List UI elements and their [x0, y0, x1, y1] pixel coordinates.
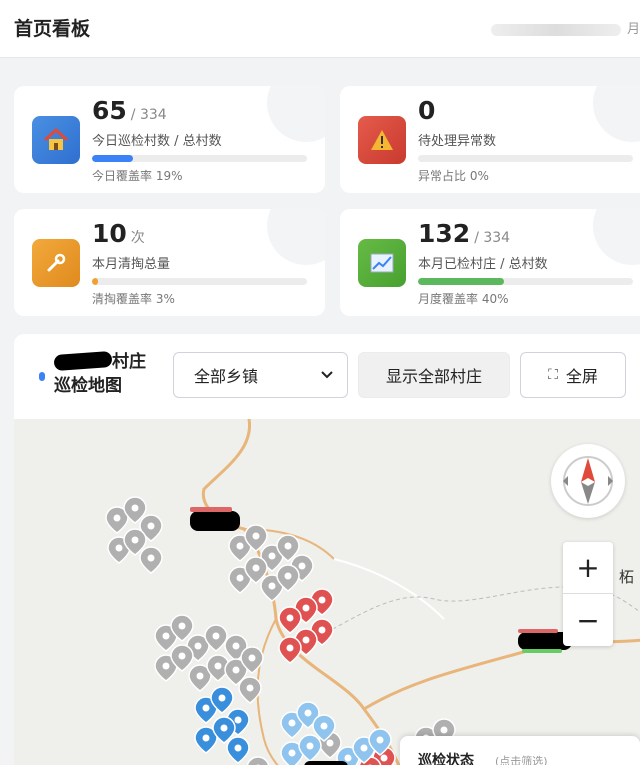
map-base-layer	[105, 419, 640, 765]
anomaly-rate: 异常占比 0%	[418, 169, 489, 183]
redacted-label	[190, 511, 240, 531]
legend-hint: (点击筛选)	[495, 755, 548, 765]
cleaning-rate: 清掏覆盖率 3%	[92, 292, 175, 306]
blurred-text	[490, 23, 621, 36]
page-title: 首页看板	[14, 18, 91, 40]
warning-icon	[358, 116, 406, 164]
stat-card-patrol-villages[interactable]: 65/ 334 今日巡检村数 / 总村数 今日覆盖率 19%	[14, 86, 325, 193]
stat-value: 132/ 334	[418, 219, 511, 248]
stat-label: 待处理异常数	[418, 134, 497, 149]
compass-control[interactable]	[551, 444, 625, 518]
progress-bar	[418, 278, 633, 285]
header-date-text: 月	[626, 22, 640, 37]
house-icon	[32, 116, 80, 164]
redacted-label	[304, 761, 348, 765]
chart-icon	[358, 239, 406, 287]
title-marker	[39, 372, 45, 381]
redacted-region-name	[53, 350, 113, 372]
stat-label: 今日巡检村数 / 总村数	[92, 134, 222, 149]
fullscreen-button[interactable]: ⛶ 全屏	[520, 352, 626, 398]
header-date: 月	[490, 18, 640, 37]
card-decoration	[267, 209, 325, 265]
road	[363, 638, 640, 711]
card-decoration	[593, 209, 640, 265]
map-place-label: 柘	[619, 568, 635, 586]
redacted-label	[190, 507, 232, 512]
coverage-rate: 今日覆盖率 19%	[92, 169, 183, 183]
wrench-icon	[32, 239, 80, 287]
stat-card-pending-anomalies[interactable]: 0 待处理异常数 异常占比 0%	[340, 86, 640, 193]
zoom-in-button[interactable]: +	[563, 542, 613, 594]
progress-bar	[92, 155, 307, 162]
progress-fill	[92, 278, 99, 285]
card-decoration	[593, 86, 640, 142]
stat-label: 本月清掏总量	[92, 257, 171, 272]
redacted-label	[518, 629, 558, 633]
zoom-control: + −	[563, 542, 613, 646]
card-decoration	[267, 86, 325, 142]
road	[333, 558, 445, 620]
progress-bar	[92, 278, 307, 285]
progress-fill	[418, 278, 504, 285]
page-header: 首页看板 月	[0, 0, 640, 58]
monthly-rate: 月度覆盖率 40%	[418, 292, 509, 306]
stat-card-cleaning-total[interactable]: 10 次 本月清掏总量 清掏覆盖率 3%	[14, 209, 325, 316]
redacted-label	[522, 649, 562, 653]
zoom-out-button[interactable]: −	[563, 594, 613, 646]
town-select[interactable]: 全部乡镇	[173, 352, 348, 398]
progress-fill	[92, 155, 133, 162]
map-canvas[interactable]: + − 柘 巡检状态 (点击筛选)	[14, 419, 640, 765]
stat-value: 65/ 334	[92, 96, 167, 125]
stat-label: 本月已检村庄 / 总村数	[418, 257, 548, 272]
progress-bar	[418, 155, 633, 162]
map-panel: 村庄 巡检地图 全部乡镇 显示全部村庄 ⛶ 全屏 + − 柘 巡检状态 (点击筛…	[14, 334, 640, 765]
stat-value: 0	[418, 96, 436, 125]
stat-value: 10 次	[92, 219, 145, 248]
stat-card-monthly-checked[interactable]: 132/ 334 本月已检村庄 / 总村数 月度覆盖率 40%	[340, 209, 640, 316]
chevron-down-icon	[321, 371, 333, 379]
compass-icon	[563, 456, 613, 506]
town-select-value: 全部乡镇	[194, 367, 259, 386]
map-title: 村庄 巡检地图	[53, 350, 146, 396]
legend-title: 巡检状态	[418, 753, 474, 765]
fullscreen-icon: ⛶	[548, 367, 558, 383]
show-all-villages-button[interactable]: 显示全部村庄	[358, 352, 510, 398]
status-legend[interactable]: 巡检状态 (点击筛选)	[400, 736, 640, 765]
